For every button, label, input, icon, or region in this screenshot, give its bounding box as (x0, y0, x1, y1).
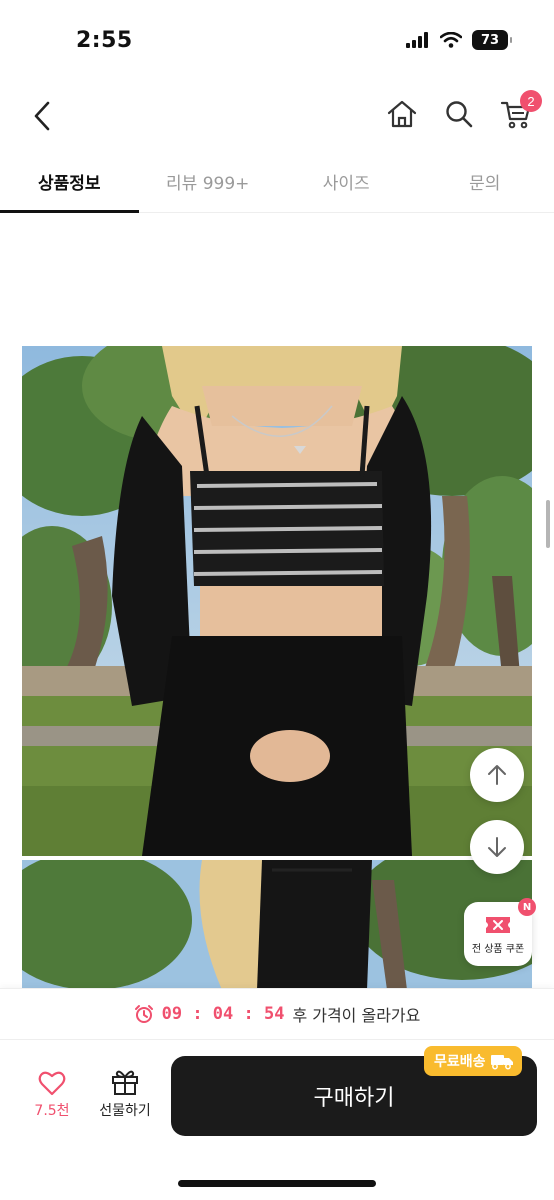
timer-message: 후 가격이 올라가요 (292, 1006, 421, 1025)
like-count: 7.5천 (34, 1103, 70, 1119)
gift-button[interactable]: 선물하기 (90, 1068, 160, 1132)
countdown-timer: 09 : 04 : 54 (161, 1004, 285, 1024)
gift-label: 선물하기 (99, 1103, 151, 1119)
heart-icon (38, 1071, 66, 1096)
search-button[interactable] (439, 94, 479, 134)
free-shipping-label: 무료배송 (434, 1054, 486, 1070)
cart-button[interactable]: 2 (496, 90, 542, 134)
coupon-label: 전 상품 쿠폰 (471, 943, 525, 955)
back-button[interactable] (22, 94, 62, 138)
status-bar: 2:55 73 (0, 0, 554, 84)
chevron-left-icon (34, 101, 50, 131)
scrollbar[interactable] (546, 500, 550, 548)
tab-size[interactable]: 사이즈 (277, 150, 416, 212)
alarm-clock-icon (134, 1005, 153, 1023)
truck-icon (490, 1055, 513, 1070)
tab-product-info[interactable]: 상품정보 (0, 150, 139, 213)
coupon-button[interactable]: 전 상품 쿠폰 N (464, 898, 536, 966)
product-image-2 (22, 860, 532, 990)
cellular-signal-icon (406, 32, 428, 48)
arrow-down-icon (488, 837, 506, 857)
product-image-1 (22, 346, 532, 856)
header: 2 (0, 84, 554, 148)
home-indicator[interactable] (178, 1180, 376, 1187)
arrow-up-icon (488, 765, 506, 785)
home-icon (387, 100, 417, 128)
status-time: 2:55 (76, 28, 133, 53)
scroll-down-button[interactable] (470, 820, 524, 874)
battery-level: 73 (480, 32, 500, 48)
battery-icon: 73 (472, 30, 512, 50)
tab-bar: 상품정보 리뷰 999+ 사이즈 문의 (0, 150, 554, 213)
home-button[interactable] (382, 94, 422, 134)
coupon-icon (486, 916, 510, 933)
cart-count-badge: 2 (520, 90, 542, 112)
like-button[interactable]: 7.5천 (22, 1070, 82, 1130)
status-icons: 73 (406, 30, 512, 50)
wifi-icon (440, 32, 462, 48)
gift-icon (112, 1070, 138, 1095)
tab-reviews[interactable]: 리뷰 999+ (139, 150, 278, 212)
tab-inquiry[interactable]: 문의 (416, 150, 554, 212)
free-shipping-badge: 무료배송 (424, 1046, 522, 1076)
scroll-up-button[interactable] (470, 748, 524, 802)
search-icon (446, 101, 473, 128)
price-timer-bar: 09 : 04 : 54 후 가격이 올라가요 (0, 988, 554, 1040)
new-badge: N (518, 898, 536, 916)
